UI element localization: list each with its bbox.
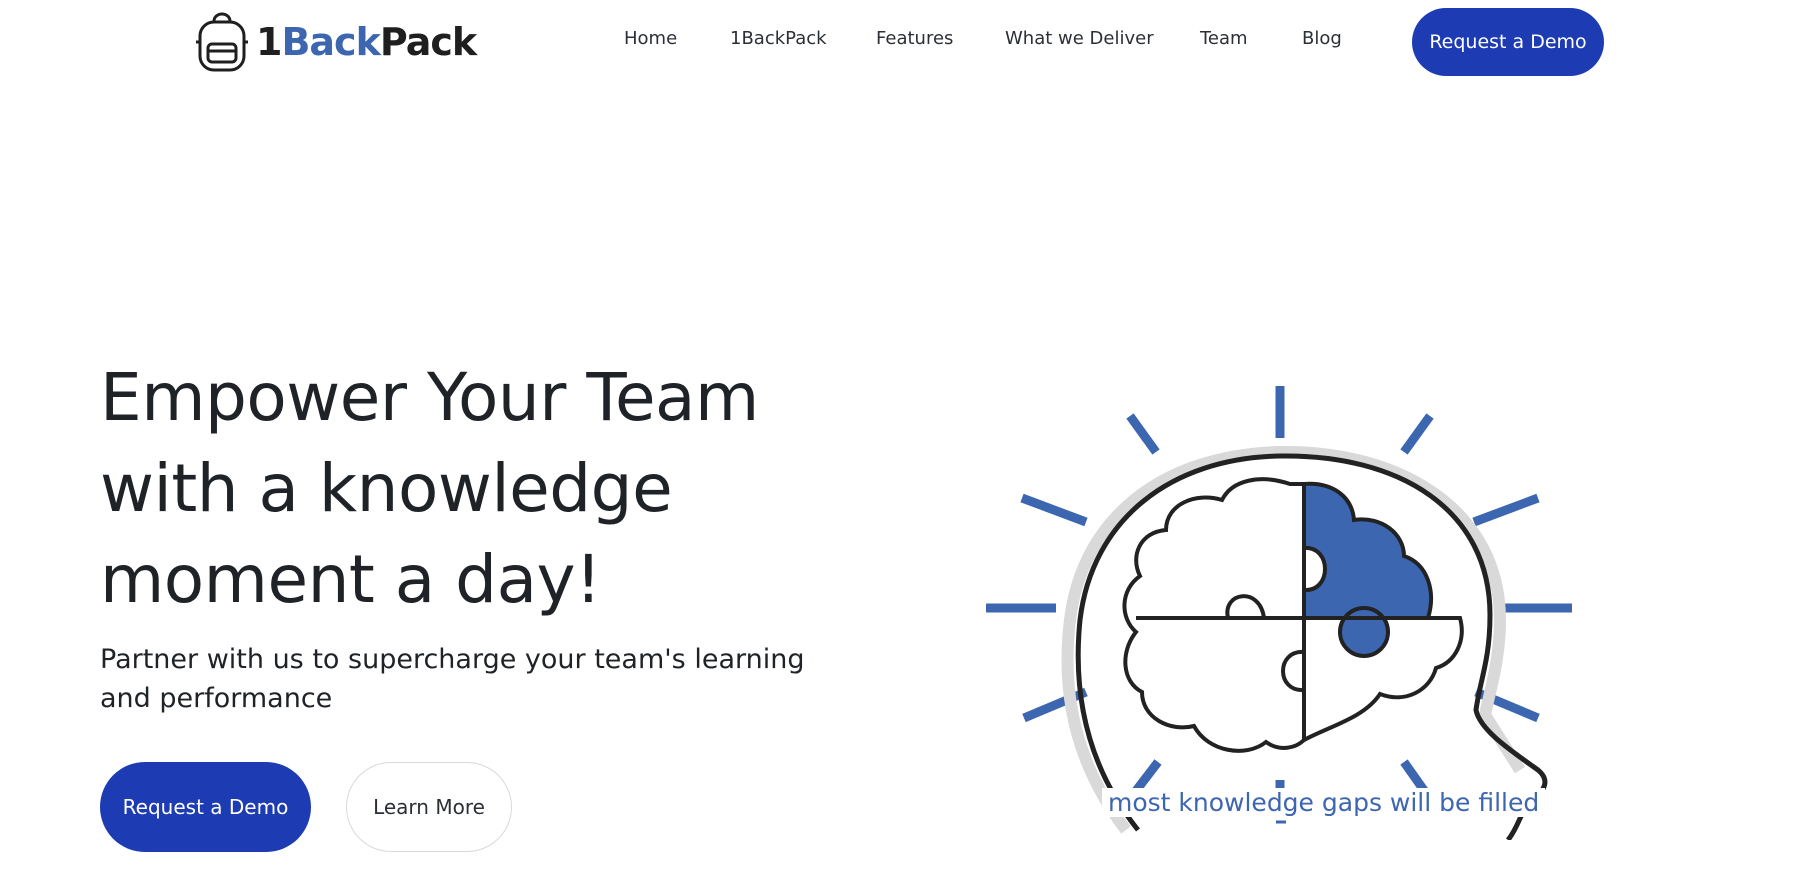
logo-wordmark: 1BackPack [256,20,477,64]
nav-1backpack[interactable]: 1BackPack [730,28,827,49]
backpack-icon [194,12,250,72]
request-demo-hero-button[interactable]: Request a Demo [100,762,311,852]
site-logo[interactable]: 1BackPack [194,12,477,72]
nav-blog[interactable]: Blog [1302,28,1342,49]
illustration-caption: most knowledge gaps will be filled [1102,788,1546,817]
hero-title: Empower Your Team with a knowledge momen… [100,359,759,618]
nav-home[interactable]: Home [624,28,677,49]
top-navbar: 1BackPack Home 1BackPack Features What w… [0,0,1798,84]
logo-text-pack: Pack [379,20,477,64]
nav-what-we-deliver[interactable]: What we Deliver [1005,28,1154,49]
nav-features[interactable]: Features [876,28,953,49]
logo-text-1: 1 [256,20,282,64]
learn-more-button[interactable]: Learn More [346,762,512,852]
request-demo-nav-button[interactable]: Request a Demo [1412,8,1604,76]
hero-subtitle: Partner with us to supercharge your team… [100,644,805,714]
brain-puzzle-illustration [960,370,1600,840]
logo-text-back: Back [281,20,380,64]
brain-puzzle-icon [986,386,1572,840]
nav-team[interactable]: Team [1200,28,1248,49]
